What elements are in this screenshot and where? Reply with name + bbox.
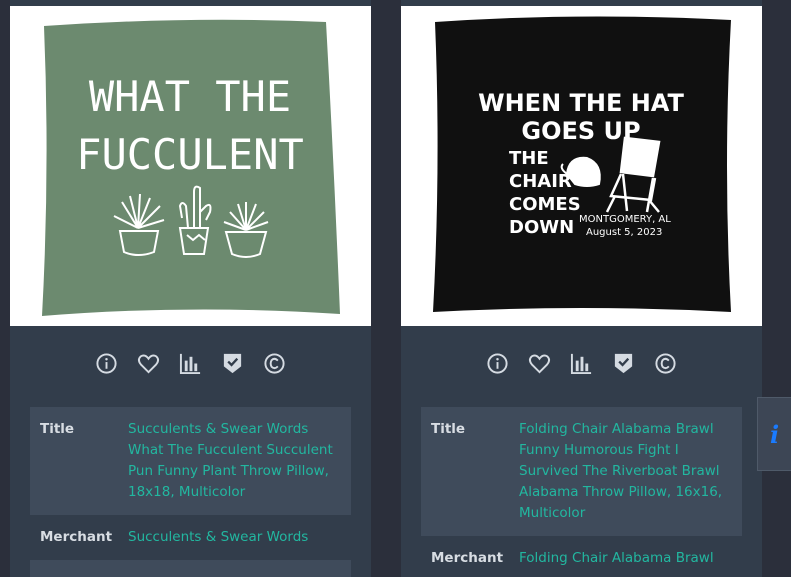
detail-value[interactable]: Succulents & Swear Words What The Fuccul… bbox=[128, 419, 343, 515]
pillow-text-line-1: WHAT THE bbox=[89, 72, 291, 121]
side-info-button[interactable]: i bbox=[757, 397, 791, 471]
pillow-text-line-2: FUCCULENT bbox=[76, 130, 304, 179]
detail-row-title-1: Title Succulents & Swear Words What The … bbox=[30, 407, 351, 515]
product-card-1: WHAT THE FUCCULENT Title Succulents & Sw… bbox=[10, 0, 371, 577]
pillow-sub-3: COMES bbox=[509, 194, 581, 215]
detail-value[interactable]: Folding Chair Alabama Brawl bbox=[519, 548, 734, 577]
detail-row-merchant-2: Merchant Folding Chair Alabama Brawl bbox=[421, 536, 742, 577]
copyright-icon[interactable] bbox=[263, 352, 286, 375]
product-image-1[interactable]: WHAT THE FUCCULENT bbox=[10, 6, 371, 326]
info-italic-icon: i bbox=[769, 419, 780, 449]
action-icons-2 bbox=[401, 340, 762, 386]
shield-check-icon[interactable] bbox=[221, 352, 244, 375]
pillow-headline-1: WHEN THE HAT bbox=[478, 89, 684, 117]
shield-check-icon[interactable] bbox=[612, 352, 635, 375]
info-icon[interactable] bbox=[486, 352, 509, 375]
pillow-headline-2: GOES UP bbox=[521, 117, 640, 145]
pillow-place: MONTGOMERY, AL bbox=[579, 214, 671, 225]
detail-row-merchant-1: Merchant Succulents & Swear Words bbox=[30, 515, 351, 560]
bar-chart-icon[interactable] bbox=[179, 352, 202, 375]
product-image-2[interactable]: WHEN THE HAT GOES UP THE CHAIR COMES DOW… bbox=[401, 6, 762, 326]
heart-icon[interactable] bbox=[528, 352, 551, 375]
detail-row-next-1 bbox=[30, 560, 351, 577]
product-card-2: WHEN THE HAT GOES UP THE CHAIR COMES DOW… bbox=[401, 0, 762, 577]
pillow-sub-4: DOWN bbox=[509, 217, 574, 238]
pillow-date: August 5, 2023 bbox=[586, 227, 662, 238]
heart-icon[interactable] bbox=[137, 352, 160, 375]
detail-key: Merchant bbox=[40, 529, 113, 545]
pillow-illustration-2: WHEN THE HAT GOES UP THE CHAIR COMES DOW… bbox=[433, 16, 731, 312]
bar-chart-icon[interactable] bbox=[570, 352, 593, 375]
pillow-sub-1: THE bbox=[509, 148, 549, 169]
detail-value[interactable]: Folding Chair Alabama Brawl Funny Humoro… bbox=[519, 419, 734, 536]
detail-key: Title bbox=[40, 421, 75, 437]
info-icon[interactable] bbox=[95, 352, 118, 375]
detail-value[interactable]: Succulents & Swear Words bbox=[128, 527, 343, 560]
detail-row-title-2: Title Folding Chair Alabama Brawl Funny … bbox=[421, 407, 742, 536]
detail-key: Title bbox=[431, 421, 466, 437]
detail-key: Merchant bbox=[431, 550, 504, 566]
pillow-illustration-1: WHAT THE FUCCULENT bbox=[42, 19, 340, 316]
pillow-sub-2: CHAIR bbox=[509, 171, 572, 192]
action-icons-1 bbox=[10, 340, 371, 386]
copyright-icon[interactable] bbox=[654, 352, 677, 375]
